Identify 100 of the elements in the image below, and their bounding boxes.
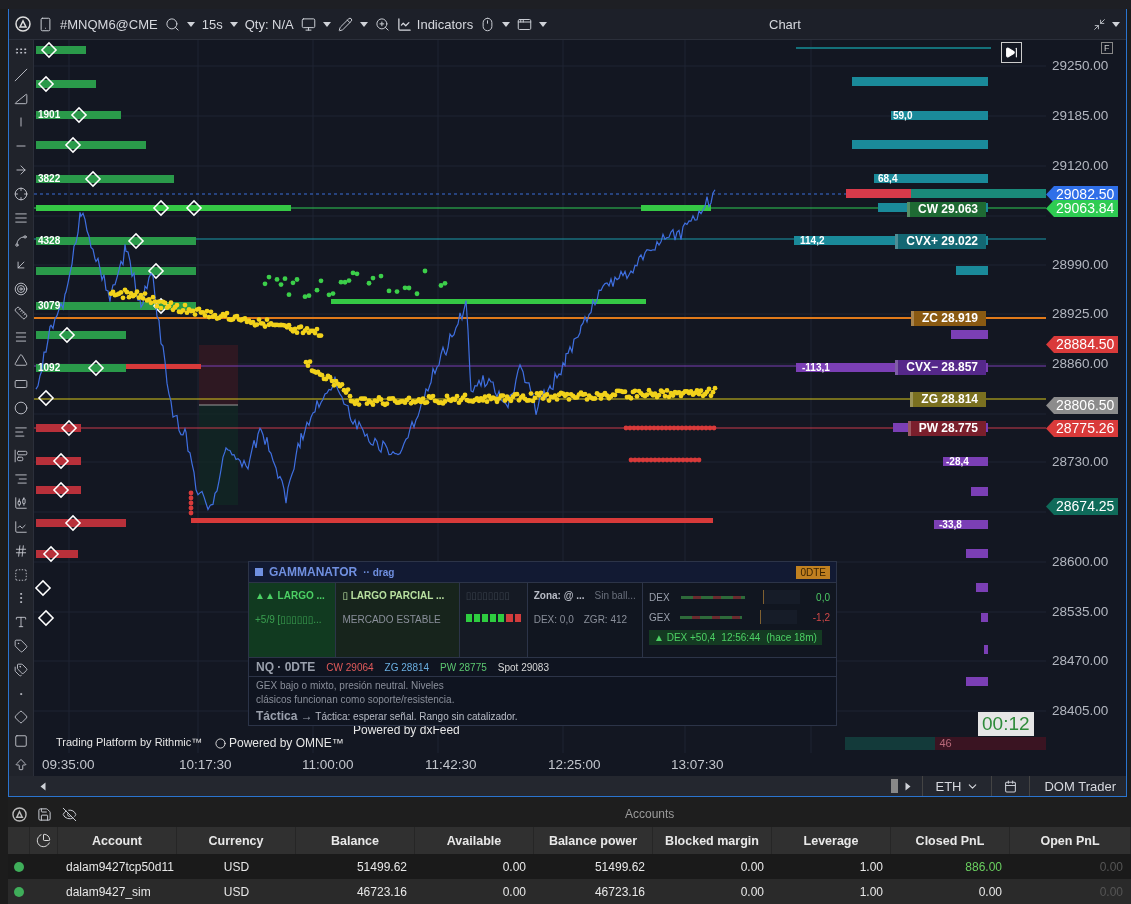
summary-title: NQ · 0DTE <box>256 660 316 674</box>
table-cell: USD <box>177 854 296 879</box>
panel-title: GAMMANATOR <box>269 565 358 579</box>
table-cell: 0.00 <box>415 879 534 904</box>
volume-label: 4328 <box>38 235 61 246</box>
alert-text: ▲ DEX +50,4 <box>654 632 716 643</box>
column-header[interactable]: Balance <box>296 827 415 854</box>
table-cell: dalam9427_sim <box>58 879 177 904</box>
table-cell: 46723.16 <box>534 879 653 904</box>
interval-selector[interactable]: 15s <box>201 16 223 32</box>
status-label: ▯ LARGO PARCIAL ... <box>342 590 446 601</box>
column-header[interactable]: Blocked margin <box>653 827 772 854</box>
price-tick: 28730.00 <box>1052 454 1109 469</box>
bar-value: -113,1 <box>802 363 830 372</box>
glyph-row-text: ▯▯▯▯▯▯▯▯ <box>465 590 511 601</box>
alert-text: 12:56:44 <box>721 632 761 643</box>
level-label: CVX+ 29.022 <box>895 234 986 249</box>
scale-mode-button[interactable]: F <box>1101 42 1113 54</box>
column-header[interactable]: Open PnL <box>1010 827 1131 854</box>
column-header[interactable]: Leverage <box>772 827 891 854</box>
level-label: PW 28.775 <box>907 421 986 436</box>
meter-value: 0,0 <box>816 591 830 603</box>
level-label: ZG 28.814 <box>910 392 986 407</box>
signal-label: ▲▲ LARGO ... <box>255 590 326 601</box>
table-cell: 46723.16 <box>296 879 415 904</box>
meter-label: GEX <box>649 611 671 623</box>
summary-value: Spot 29083 <box>497 661 549 673</box>
time-tick: 10:17:30 <box>179 757 233 772</box>
table-cell: 0.00 <box>653 854 772 879</box>
signal-score: +5/9 [▯▯▯▯▯▯... <box>255 614 323 625</box>
symbol-selector[interactable]: #MNQM6@CME <box>60 16 158 32</box>
column-header[interactable]: Closed PnL <box>891 827 1010 854</box>
level-label: ZC 28.919 <box>910 311 986 326</box>
column-header[interactable]: Currency <box>177 827 296 854</box>
dex-value: DEX: 0,0 <box>533 614 574 625</box>
bar-value: -33,8 <box>939 520 962 529</box>
price-tick: 29250.00 <box>1052 58 1109 73</box>
price-tick: 28470.00 <box>1052 653 1109 668</box>
bar-timer: 00:12 <box>978 712 1034 736</box>
credit-text: Trading Platform by Rithmic™ <box>56 736 203 748</box>
summary-value: CW 29064 <box>326 661 374 673</box>
credit-text: Powered by OMNE™ <box>229 736 344 750</box>
column-header[interactable]: Available <box>415 827 534 854</box>
table-cell: 0.00 <box>1010 854 1131 879</box>
indicators-button[interactable]: Indicators <box>396 16 474 32</box>
panel-title: Chart <box>769 16 801 32</box>
alert-text: (hace 18m) <box>766 632 817 643</box>
table-cell: 0.00 <box>891 879 1010 904</box>
zgr-value: ZGR: 412 <box>583 614 628 625</box>
time-tick: 09:35:00 <box>42 757 96 772</box>
tactic-text: Táctica → Táctica: esperar señal. Rango sin catalizador. <box>255 708 519 725</box>
time-tick: 11:00:00 <box>302 757 355 772</box>
table-cell: 1.00 <box>772 879 891 904</box>
bar-value: -28,4 <box>943 457 971 466</box>
drag-handle[interactable]: ·· drag <box>363 566 395 578</box>
table-cell: 1.00 <box>772 854 891 879</box>
price-tick: 28600.00 <box>1052 554 1109 569</box>
summary-value: PW 28775 <box>440 661 487 673</box>
table-cell: 886.00 <box>891 854 1010 879</box>
bar-value: 68,4 <box>878 174 898 183</box>
table-cell: 0.00 <box>415 854 534 879</box>
counter-bar: 46 <box>845 737 1046 750</box>
zone-label: Zona: @ ... <box>533 590 585 601</box>
bar-value: 114,2 <box>800 236 825 245</box>
bar-value: 59,0 <box>893 111 913 120</box>
dom-trader-button[interactable]: DOM Trader <box>1029 776 1126 796</box>
column-header[interactable]: Balance power <box>534 827 653 854</box>
price-tag: 28806.50 <box>1046 397 1119 414</box>
column-header[interactable]: Account <box>58 827 177 854</box>
market-state: MERCADO ESTABLE <box>342 614 442 625</box>
level-label: CW 29.063 <box>906 202 986 217</box>
meter-value: -1,2 <box>812 611 830 623</box>
price-tick: 28925.00 <box>1052 306 1109 321</box>
table-cell: USD <box>177 879 296 904</box>
meter-label: DEX <box>649 591 671 603</box>
price-tag: 28884.50 <box>1046 336 1119 353</box>
price-tick: 28990.00 <box>1052 257 1109 272</box>
price-tick: 29120.00 <box>1052 158 1109 173</box>
price-tick: 28405.00 <box>1052 703 1109 718</box>
volume-label: 3079 <box>38 300 61 311</box>
volume-label: 1092 <box>38 362 61 373</box>
time-tick: 11:42:30 <box>425 757 478 772</box>
table-cell: 0.00 <box>653 879 772 904</box>
ball-label: Sin ball... <box>594 590 636 601</box>
table-cell: dalam9427tcp50d11 <box>58 854 177 879</box>
price-tick: 29185.00 <box>1052 108 1109 123</box>
badge: 0DTE <box>796 565 830 579</box>
summary-value: ZG 28814 <box>384 661 430 673</box>
price-tag: 28674.25 <box>1046 498 1119 515</box>
price-tag: 29063.84 <box>1046 200 1119 217</box>
price-tick: 28860.00 <box>1052 356 1109 371</box>
volume-label: 3822 <box>38 173 61 184</box>
session-selector[interactable]: ETH <box>922 776 992 796</box>
quantity-label: Qty: N/A <box>244 16 294 32</box>
volume-label: 1901 <box>38 109 61 120</box>
time-tick: 13:07:30 <box>671 757 725 772</box>
table-cell: 51499.62 <box>534 854 653 879</box>
price-tag: 28775.26 <box>1046 420 1119 437</box>
description-text: GEX bajo o mixto, presión neutral. Niveles clásicos funcionan como soporte/resistencia. <box>255 679 456 707</box>
time-tick: 12:25:00 <box>548 757 602 772</box>
